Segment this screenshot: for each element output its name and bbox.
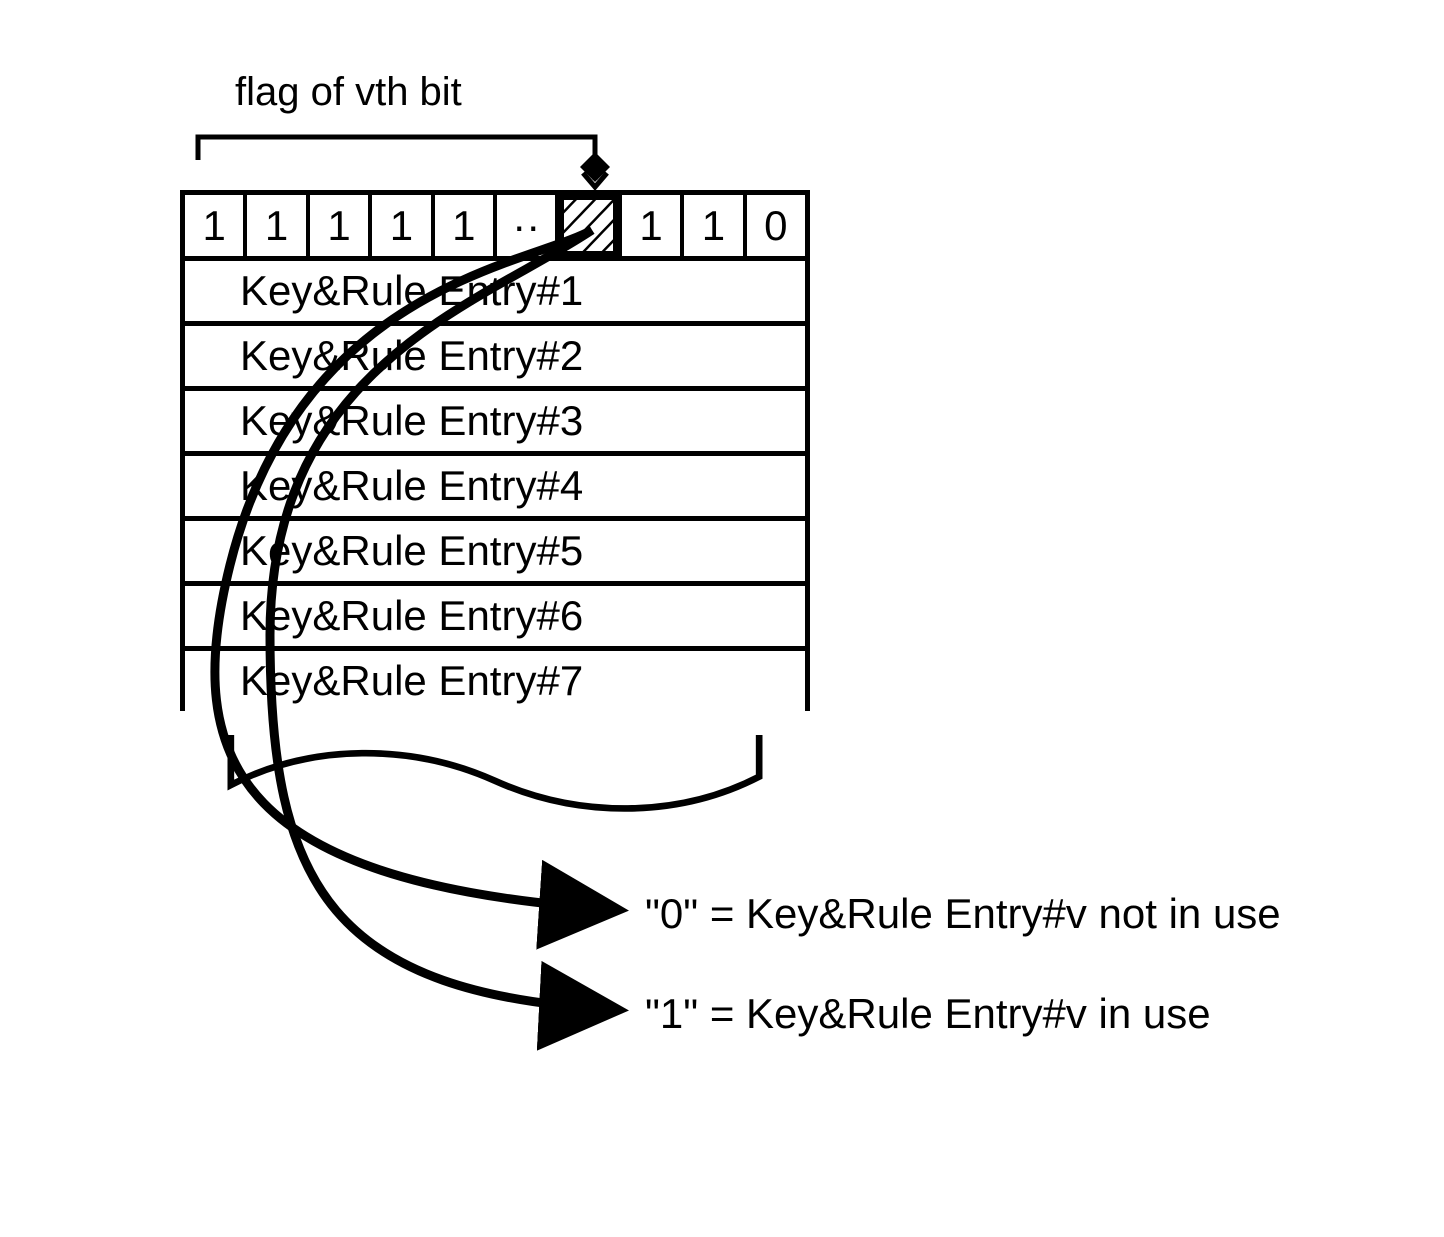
entry-row: Key&Rule Entry#7 bbox=[180, 646, 810, 711]
bit-cell: 1 bbox=[684, 195, 746, 256]
table: 1 1 1 1 1 ·· 1 1 0 Key&Rule bbox=[180, 190, 810, 711]
bit-cell-vth bbox=[559, 195, 621, 256]
entry-row: Key&Rule Entry#5 bbox=[180, 516, 810, 581]
legend-zero: "0" = Key&Rule Entry#v not in use bbox=[645, 890, 1281, 938]
bit-cell: 1 bbox=[185, 195, 247, 256]
entry-row: Key&Rule Entry#1 bbox=[180, 256, 810, 321]
bit-cell: 1 bbox=[435, 195, 497, 256]
entry-row: Key&Rule Entry#3 bbox=[180, 386, 810, 451]
bits-row: 1 1 1 1 1 ·· 1 1 0 bbox=[180, 190, 810, 256]
bit-cell: 1 bbox=[372, 195, 434, 256]
bit-cell: 0 bbox=[747, 195, 805, 256]
entry-row: Key&Rule Entry#6 bbox=[180, 581, 810, 646]
entry-row: Key&Rule Entry#2 bbox=[180, 321, 810, 386]
bit-cell-ellipsis: ·· bbox=[497, 195, 559, 256]
bit-cell: 1 bbox=[622, 195, 684, 256]
bit-cell: 1 bbox=[310, 195, 372, 256]
legend-one: "1" = Key&Rule Entry#v in use bbox=[645, 990, 1211, 1038]
bit-cell: 1 bbox=[247, 195, 309, 256]
flag-label: flag of vth bit bbox=[235, 70, 462, 115]
entry-row: Key&Rule Entry#4 bbox=[180, 451, 810, 516]
table-continuation-wave bbox=[175, 735, 815, 835]
flag-bracket bbox=[195, 125, 645, 195]
